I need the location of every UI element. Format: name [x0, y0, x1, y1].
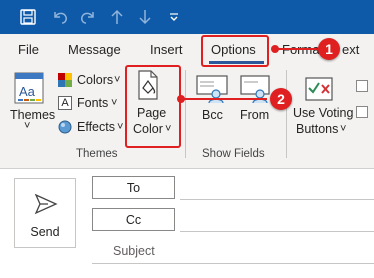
up-icon[interactable]: [108, 8, 126, 26]
cc-button[interactable]: Cc: [92, 208, 175, 231]
bcc-label: Bcc: [202, 108, 223, 122]
annotation-badge-1: 1: [318, 38, 340, 60]
bcc-icon: [196, 72, 230, 109]
request-delivery-checkbox[interactable]: [356, 80, 368, 92]
colors-chevron-icon: ˅: [114, 74, 121, 86]
effects-chevron-icon: ˅: [117, 121, 124, 133]
tab-insert[interactable]: Insert: [150, 42, 183, 57]
save-icon[interactable]: [18, 8, 38, 26]
fonts-icon: A: [58, 96, 72, 110]
title-bar: [0, 0, 374, 34]
from-label: From: [240, 108, 270, 122]
effects-icon: [58, 120, 72, 139]
send-icon: [34, 193, 58, 220]
effects-label: Effects: [77, 120, 115, 134]
redo-icon[interactable]: [78, 8, 98, 26]
cc-field[interactable]: [180, 231, 374, 232]
themes-chevron-icon: ˅: [24, 120, 31, 132]
tab-format-text-tail: ext: [342, 42, 360, 57]
subject-label: Subject: [113, 244, 155, 258]
colors-label: Colors: [77, 73, 114, 87]
send-button[interactable]: Send: [14, 178, 76, 248]
page-color-highlight: [125, 65, 181, 148]
from-icon: [238, 72, 272, 109]
annotation-line-2: [183, 98, 267, 100]
fonts-label: Fonts: [77, 96, 109, 110]
themes-label: Themes: [10, 108, 56, 122]
to-field[interactable]: [180, 199, 374, 200]
send-label: Send: [30, 225, 60, 239]
group-divider: [185, 70, 186, 158]
to-button[interactable]: To: [92, 176, 175, 199]
voting-icon: [305, 74, 335, 109]
request-read-checkbox[interactable]: [356, 106, 368, 118]
group-label-themes: Themes: [76, 148, 118, 160]
colors-icon: [58, 73, 72, 92]
tab-file[interactable]: File: [18, 42, 39, 57]
options-tab-highlight: [201, 35, 269, 67]
svg-text:Aa: Aa: [19, 84, 36, 99]
annotation-badge-2: 2: [270, 88, 292, 110]
subject-field[interactable]: [92, 263, 374, 264]
group-label-show-fields: Show Fields: [202, 148, 265, 160]
themes-icon: Aa: [14, 72, 44, 109]
down-icon[interactable]: [136, 8, 154, 26]
undo-icon[interactable]: [50, 8, 70, 26]
annotation-line-1: [277, 48, 317, 50]
voting-label-line1: Use Voting: [293, 106, 354, 120]
voting-label-line2: Buttons: [296, 122, 339, 136]
voting-chevron-icon: ˅: [340, 123, 347, 135]
group-divider: [286, 70, 287, 158]
tab-message[interactable]: Message: [68, 42, 121, 57]
fonts-chevron-icon: ˅: [111, 97, 118, 109]
customize-icon[interactable]: [166, 8, 182, 26]
